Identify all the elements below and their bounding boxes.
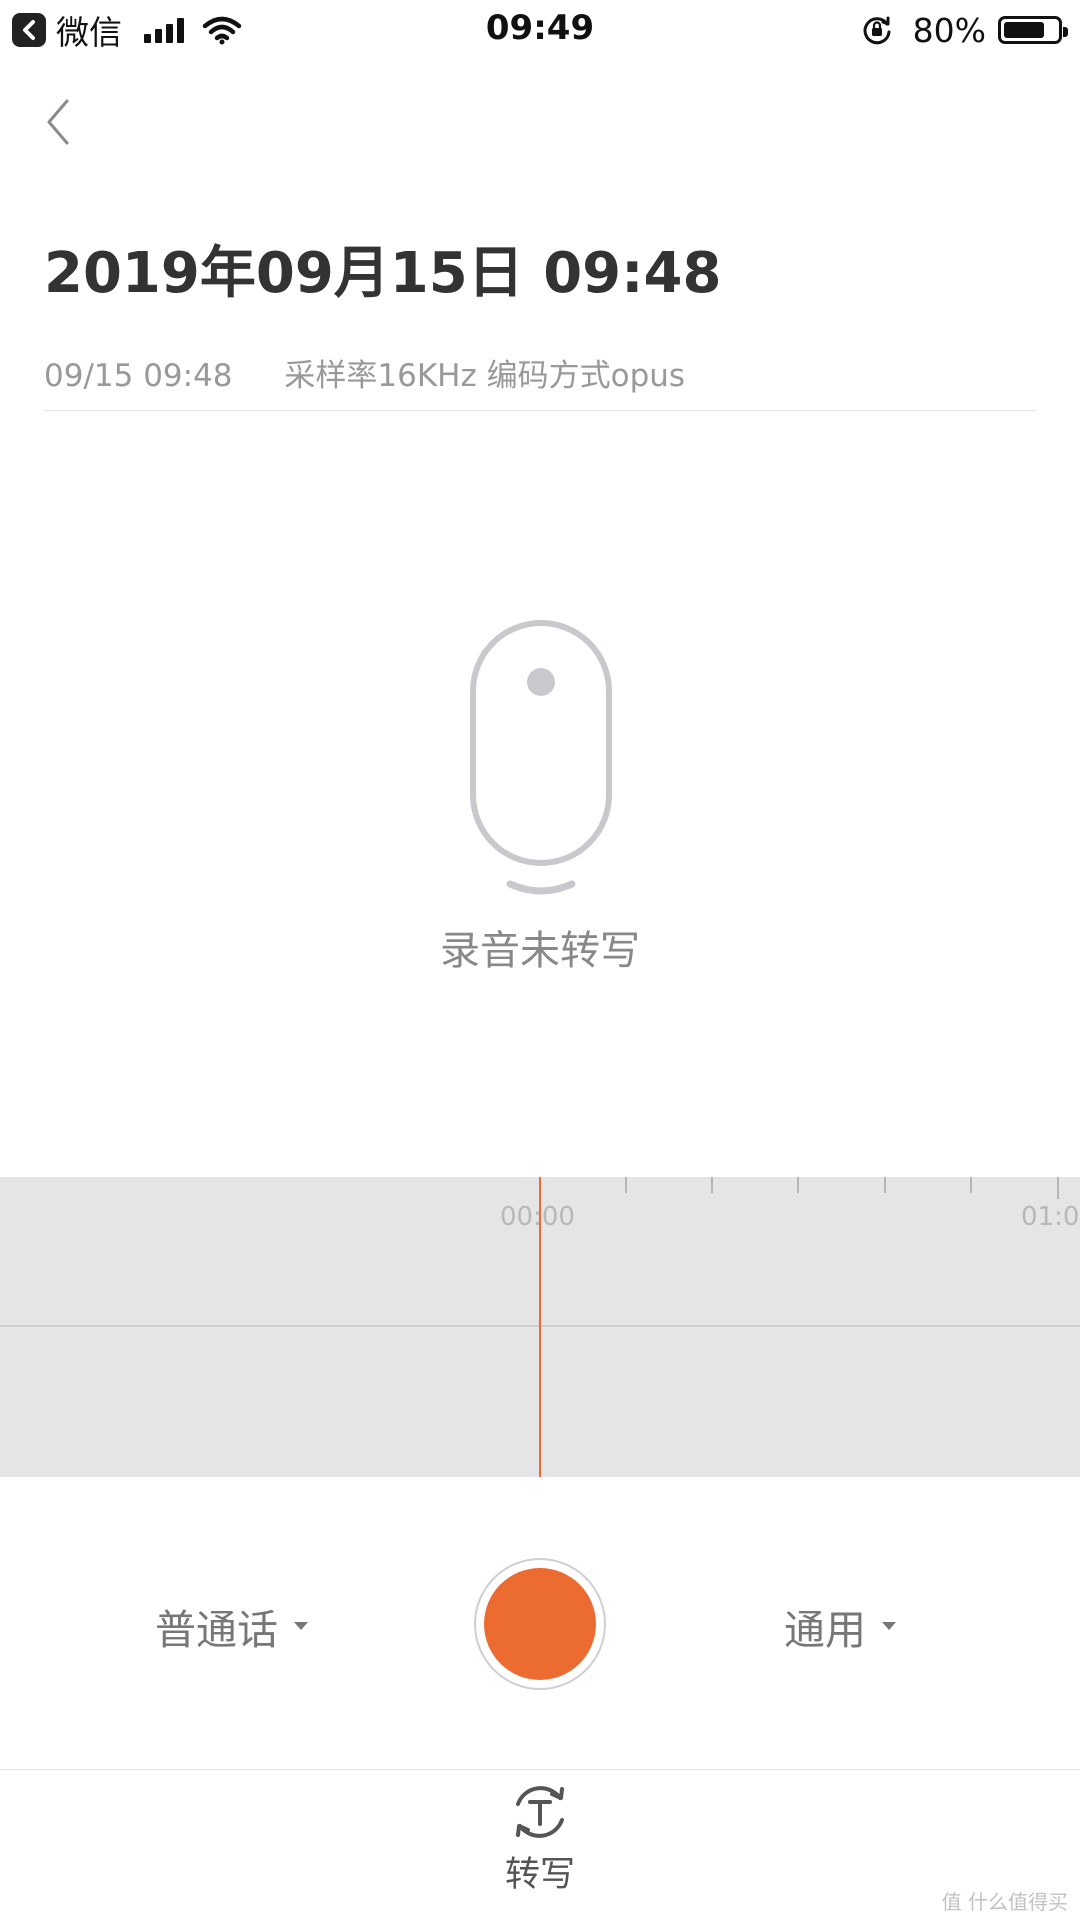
timeline-tick: [711, 1177, 713, 1193]
caret-down-icon: [882, 1622, 896, 1630]
empty-state-text: 录音未转写: [440, 928, 640, 974]
transcribe-button[interactable]: 转写: [480, 1780, 600, 1910]
battery-cap: [1063, 27, 1068, 37]
timeline-end-label: 01:0: [1021, 1202, 1080, 1232]
timeline-start-label: 00:00: [500, 1202, 575, 1232]
chevron-left-icon: [47, 99, 69, 145]
scene-label: 通用: [784, 1606, 866, 1654]
status-right: 80%: [861, 10, 1068, 50]
transcribe-icon: [516, 1786, 564, 1838]
battery-fill: [1004, 22, 1045, 38]
meta-date: 09/15 09:48: [44, 358, 233, 394]
timeline-tick: [884, 1177, 886, 1193]
page-title: 2019年09月15日 09:48: [44, 241, 722, 306]
watermark: 值 什么值得买: [941, 1890, 1068, 1914]
battery-percent: 80%: [912, 10, 986, 50]
timeline-tick: [1057, 1177, 1059, 1199]
bottom-divider: [0, 1769, 1080, 1770]
waveform-timeline[interactable]: 00:00 01:0: [0, 1177, 1080, 1477]
language-dropdown[interactable]: 普通话: [155, 1596, 308, 1656]
meta-info: 采样率16KHz 编码方式opus: [284, 358, 686, 394]
timeline-tick: [970, 1177, 972, 1193]
scene-dropdown[interactable]: 通用: [784, 1596, 896, 1656]
record-button-core: [484, 1568, 596, 1680]
language-label: 普通话: [155, 1606, 278, 1654]
header-divider: [44, 410, 1036, 411]
rotation-lock-icon: [863, 16, 891, 45]
back-button[interactable]: [36, 92, 80, 152]
transcribe-label: 转写: [504, 1855, 575, 1895]
caret-down-icon: [294, 1622, 308, 1630]
timeline-tick: [797, 1177, 799, 1193]
timeline-tick: [625, 1177, 627, 1193]
microphone-icon: [470, 620, 612, 895]
record-button[interactable]: [474, 1558, 606, 1690]
recording-meta: 09/15 09:48 采样率16KHz 编码方式opus: [44, 350, 685, 395]
battery-icon: [998, 16, 1068, 44]
status-bar: 微信 09:49 80%: [0, 0, 1080, 60]
playhead[interactable]: [539, 1177, 541, 1477]
